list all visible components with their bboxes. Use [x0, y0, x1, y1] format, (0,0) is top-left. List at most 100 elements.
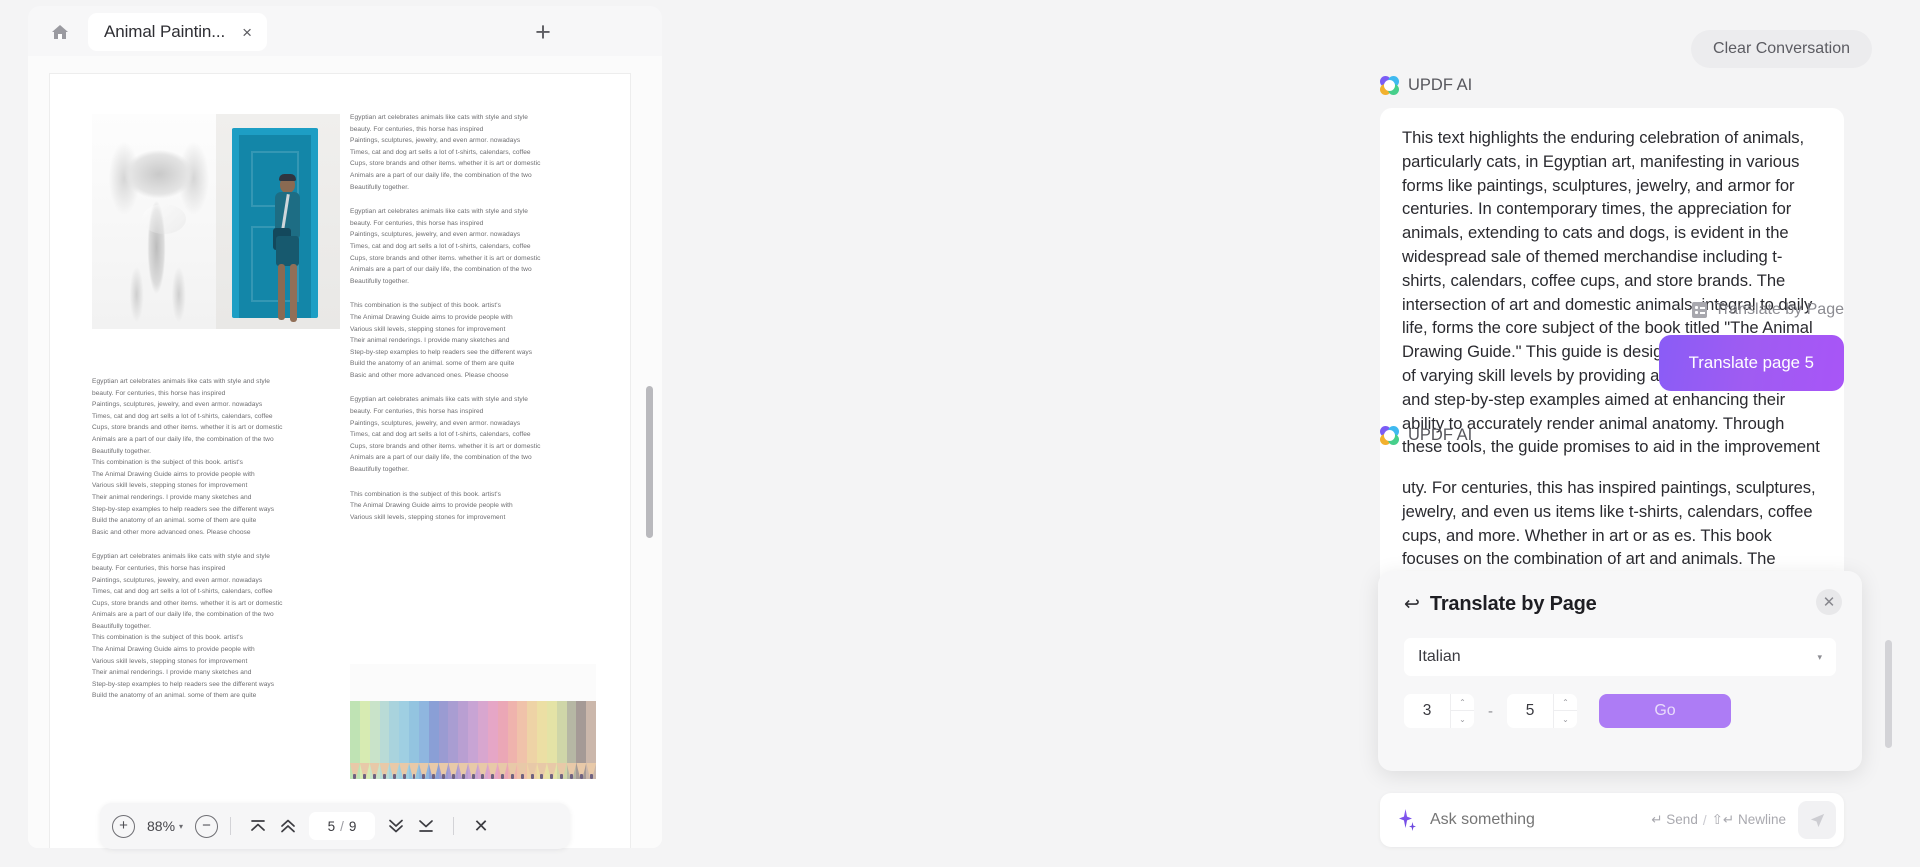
- pdf-text-line: Times, cat and dog art sells a lot of t-…: [92, 588, 273, 596]
- close-dialog-button[interactable]: ✕: [1816, 589, 1842, 615]
- previous-page-button[interactable]: [273, 811, 303, 841]
- close-toolbar-button[interactable]: ✕: [466, 811, 496, 841]
- pdf-text-line: Step-by-step examples to help readers se…: [92, 680, 275, 688]
- pencil: [497, 701, 508, 779]
- page-from-decrement[interactable]: ⌄: [1451, 711, 1474, 728]
- hint-newline-label: ⇧↵ Newline: [1711, 812, 1786, 827]
- pencil: [369, 701, 380, 779]
- pdf-text-line: Beautifully together.: [350, 466, 409, 474]
- back-arrow-icon[interactable]: ↩: [1404, 595, 1420, 614]
- document-list-icon: [1691, 302, 1707, 318]
- ai-message-header: UPDF AI: [1380, 76, 1844, 95]
- pdf-text-line: Animals are a part of our daily life, th…: [92, 611, 274, 619]
- pencil: [507, 701, 518, 779]
- keyboard-hint: ↵ Send / ⇧↵ Newline: [1651, 812, 1786, 828]
- page-indicator[interactable]: 5 / 9: [309, 812, 376, 840]
- dialog-title: Translate by Page: [1429, 593, 1597, 615]
- pdf-text-line: Times, cat and dog art sells a lot of t-…: [350, 148, 531, 156]
- translate-action-row: Translate by Page Translate page 5: [1380, 301, 1844, 391]
- document-scroll-area[interactable]: Egyptian art celebrates animals like cat…: [28, 56, 662, 848]
- colored-pencils-image: [350, 664, 596, 779]
- total-pages-value: 9: [348, 818, 357, 834]
- go-to-last-page-button[interactable]: [411, 811, 441, 841]
- updf-ai-logo-icon: [1380, 76, 1399, 95]
- pencil-strip: [350, 701, 596, 779]
- page-to-stepper[interactable]: 5 ⌃ ⌄: [1507, 694, 1577, 728]
- clear-conversation-button[interactable]: Clear Conversation: [1691, 30, 1872, 68]
- ai-name-label: UPDF AI: [1408, 76, 1473, 94]
- page-separator: /: [340, 818, 344, 834]
- ai-name-label: UPDF AI: [1408, 426, 1473, 444]
- pdf-text-line: Their animal renderings. I provide many …: [92, 493, 252, 501]
- go-to-last-page-icon: [419, 820, 433, 832]
- chat-input-field[interactable]: [1430, 811, 1652, 829]
- pdf-text-line: Step-by-step examples to help readers se…: [350, 348, 533, 356]
- pdf-text-line: Basic and other more advanced ones. Plea…: [92, 528, 251, 536]
- ai-sparkle-icon[interactable]: [1396, 808, 1416, 832]
- pencil: [487, 701, 498, 779]
- pencil: [517, 701, 528, 779]
- chevron-down-icon[interactable]: ▾: [179, 822, 183, 831]
- home-button[interactable]: [40, 12, 80, 52]
- page-to-increment[interactable]: ⌃: [1554, 694, 1577, 711]
- pdf-text-line: Basic and other more advanced ones. Plea…: [350, 371, 509, 379]
- language-select[interactable]: Italian ▾: [1404, 638, 1836, 676]
- send-button[interactable]: [1798, 801, 1836, 839]
- translate-by-page-text: Translate by Page: [1714, 301, 1844, 318]
- pdf-vertical-scrollbar[interactable]: [646, 386, 653, 538]
- document-viewer: Egyptian art celebrates animals like cat…: [28, 56, 662, 848]
- pdf-text-column-left: Egyptian art celebrates animals like cat…: [92, 376, 342, 715]
- document-tab-title: Animal Paintin...: [104, 22, 226, 41]
- close-tab-icon[interactable]: ×: [239, 22, 255, 43]
- pdf-text-line: Egyptian art celebrates animals like cat…: [350, 114, 528, 121]
- pdf-text-line: Times, cat and dog art sells a lot of t-…: [350, 431, 531, 439]
- pencil: [379, 701, 390, 779]
- go-button[interactable]: Go: [1599, 694, 1731, 728]
- page-range-controls: 3 ⌃ ⌄ - 5 ⌃ ⌄ Go: [1404, 694, 1836, 728]
- person-head: [279, 174, 296, 193]
- pdf-text-line: Egyptian art celebrates animals like cat…: [92, 378, 270, 385]
- send-icon: [1810, 813, 1824, 827]
- pencil: [409, 701, 419, 779]
- pdf-text-line: Beautifully together.: [92, 447, 151, 455]
- pdf-panel: Animal Paintin... × + Egyptian art celeb…: [0, 0, 662, 867]
- updf-ai-logo-icon: [1380, 426, 1399, 445]
- pdf-text-line: Their animal renderings. I provide many …: [92, 669, 252, 677]
- pdf-text-line: Paintings, sculptures, jewelry, and even…: [92, 401, 263, 409]
- pdf-text-line: The Animal Drawing Guide aims to provide…: [92, 470, 255, 478]
- go-to-first-page-button[interactable]: [243, 811, 273, 841]
- translate-page-button[interactable]: Translate page 5: [1658, 335, 1844, 391]
- pdf-paragraph: Egyptian art celebrates animals like cat…: [350, 112, 596, 193]
- pdf-text-line: beauty. For centuries, this horse has in…: [350, 125, 484, 133]
- document-tab[interactable]: Animal Paintin... ×: [88, 13, 268, 51]
- pdf-text-line: Cups, store brands and other items. whet…: [92, 424, 283, 432]
- page-to-arrows: ⌃ ⌄: [1553, 694, 1577, 728]
- pdf-text-line: Times, cat and dog art sells a lot of t-…: [350, 242, 531, 250]
- next-page-button[interactable]: [381, 811, 411, 841]
- chat-vertical-scrollbar[interactable]: [1885, 640, 1892, 748]
- pdf-page: Egyptian art celebrates animals like cat…: [50, 74, 630, 848]
- page-from-stepper[interactable]: 3 ⌃ ⌄: [1404, 694, 1474, 728]
- page-from-increment[interactable]: ⌃: [1451, 694, 1474, 711]
- pdf-text-line: The Animal Drawing Guide aims to provide…: [350, 313, 513, 321]
- zoom-in-button[interactable]: +: [112, 814, 135, 838]
- pdf-text-line: Cups, store brands and other items. whet…: [350, 442, 541, 450]
- pdf-text-line: Egyptian art celebrates animals like cat…: [92, 553, 270, 561]
- pdf-text-line: beauty. For centuries, this horse has in…: [350, 408, 484, 416]
- pdf-text-line: Paintings, sculptures, jewelry, and even…: [350, 231, 521, 239]
- pdf-text-line: beauty. For centuries, this horse has in…: [92, 389, 226, 397]
- current-page-value: 5: [327, 818, 336, 834]
- new-tab-button[interactable]: +: [535, 18, 551, 46]
- zoom-level-label[interactable]: 88%: [147, 818, 175, 834]
- zoom-out-button[interactable]: −: [195, 814, 219, 838]
- pdf-text-line: Build the anatomy of an animal. some of …: [350, 360, 515, 368]
- page-to-decrement[interactable]: ⌄: [1554, 711, 1577, 728]
- pdf-text-line: Cups, store brands and other items. whet…: [92, 599, 283, 607]
- pencil: [586, 701, 596, 779]
- pdf-text-line: beauty. For centuries, this horse has in…: [350, 219, 484, 227]
- man-at-blue-door-image: [216, 114, 340, 329]
- pencil: [399, 701, 410, 779]
- pencil: [418, 701, 429, 779]
- pdf-text-line: Build the anatomy of an animal. some of …: [92, 517, 257, 525]
- hint-separator: /: [1702, 812, 1707, 828]
